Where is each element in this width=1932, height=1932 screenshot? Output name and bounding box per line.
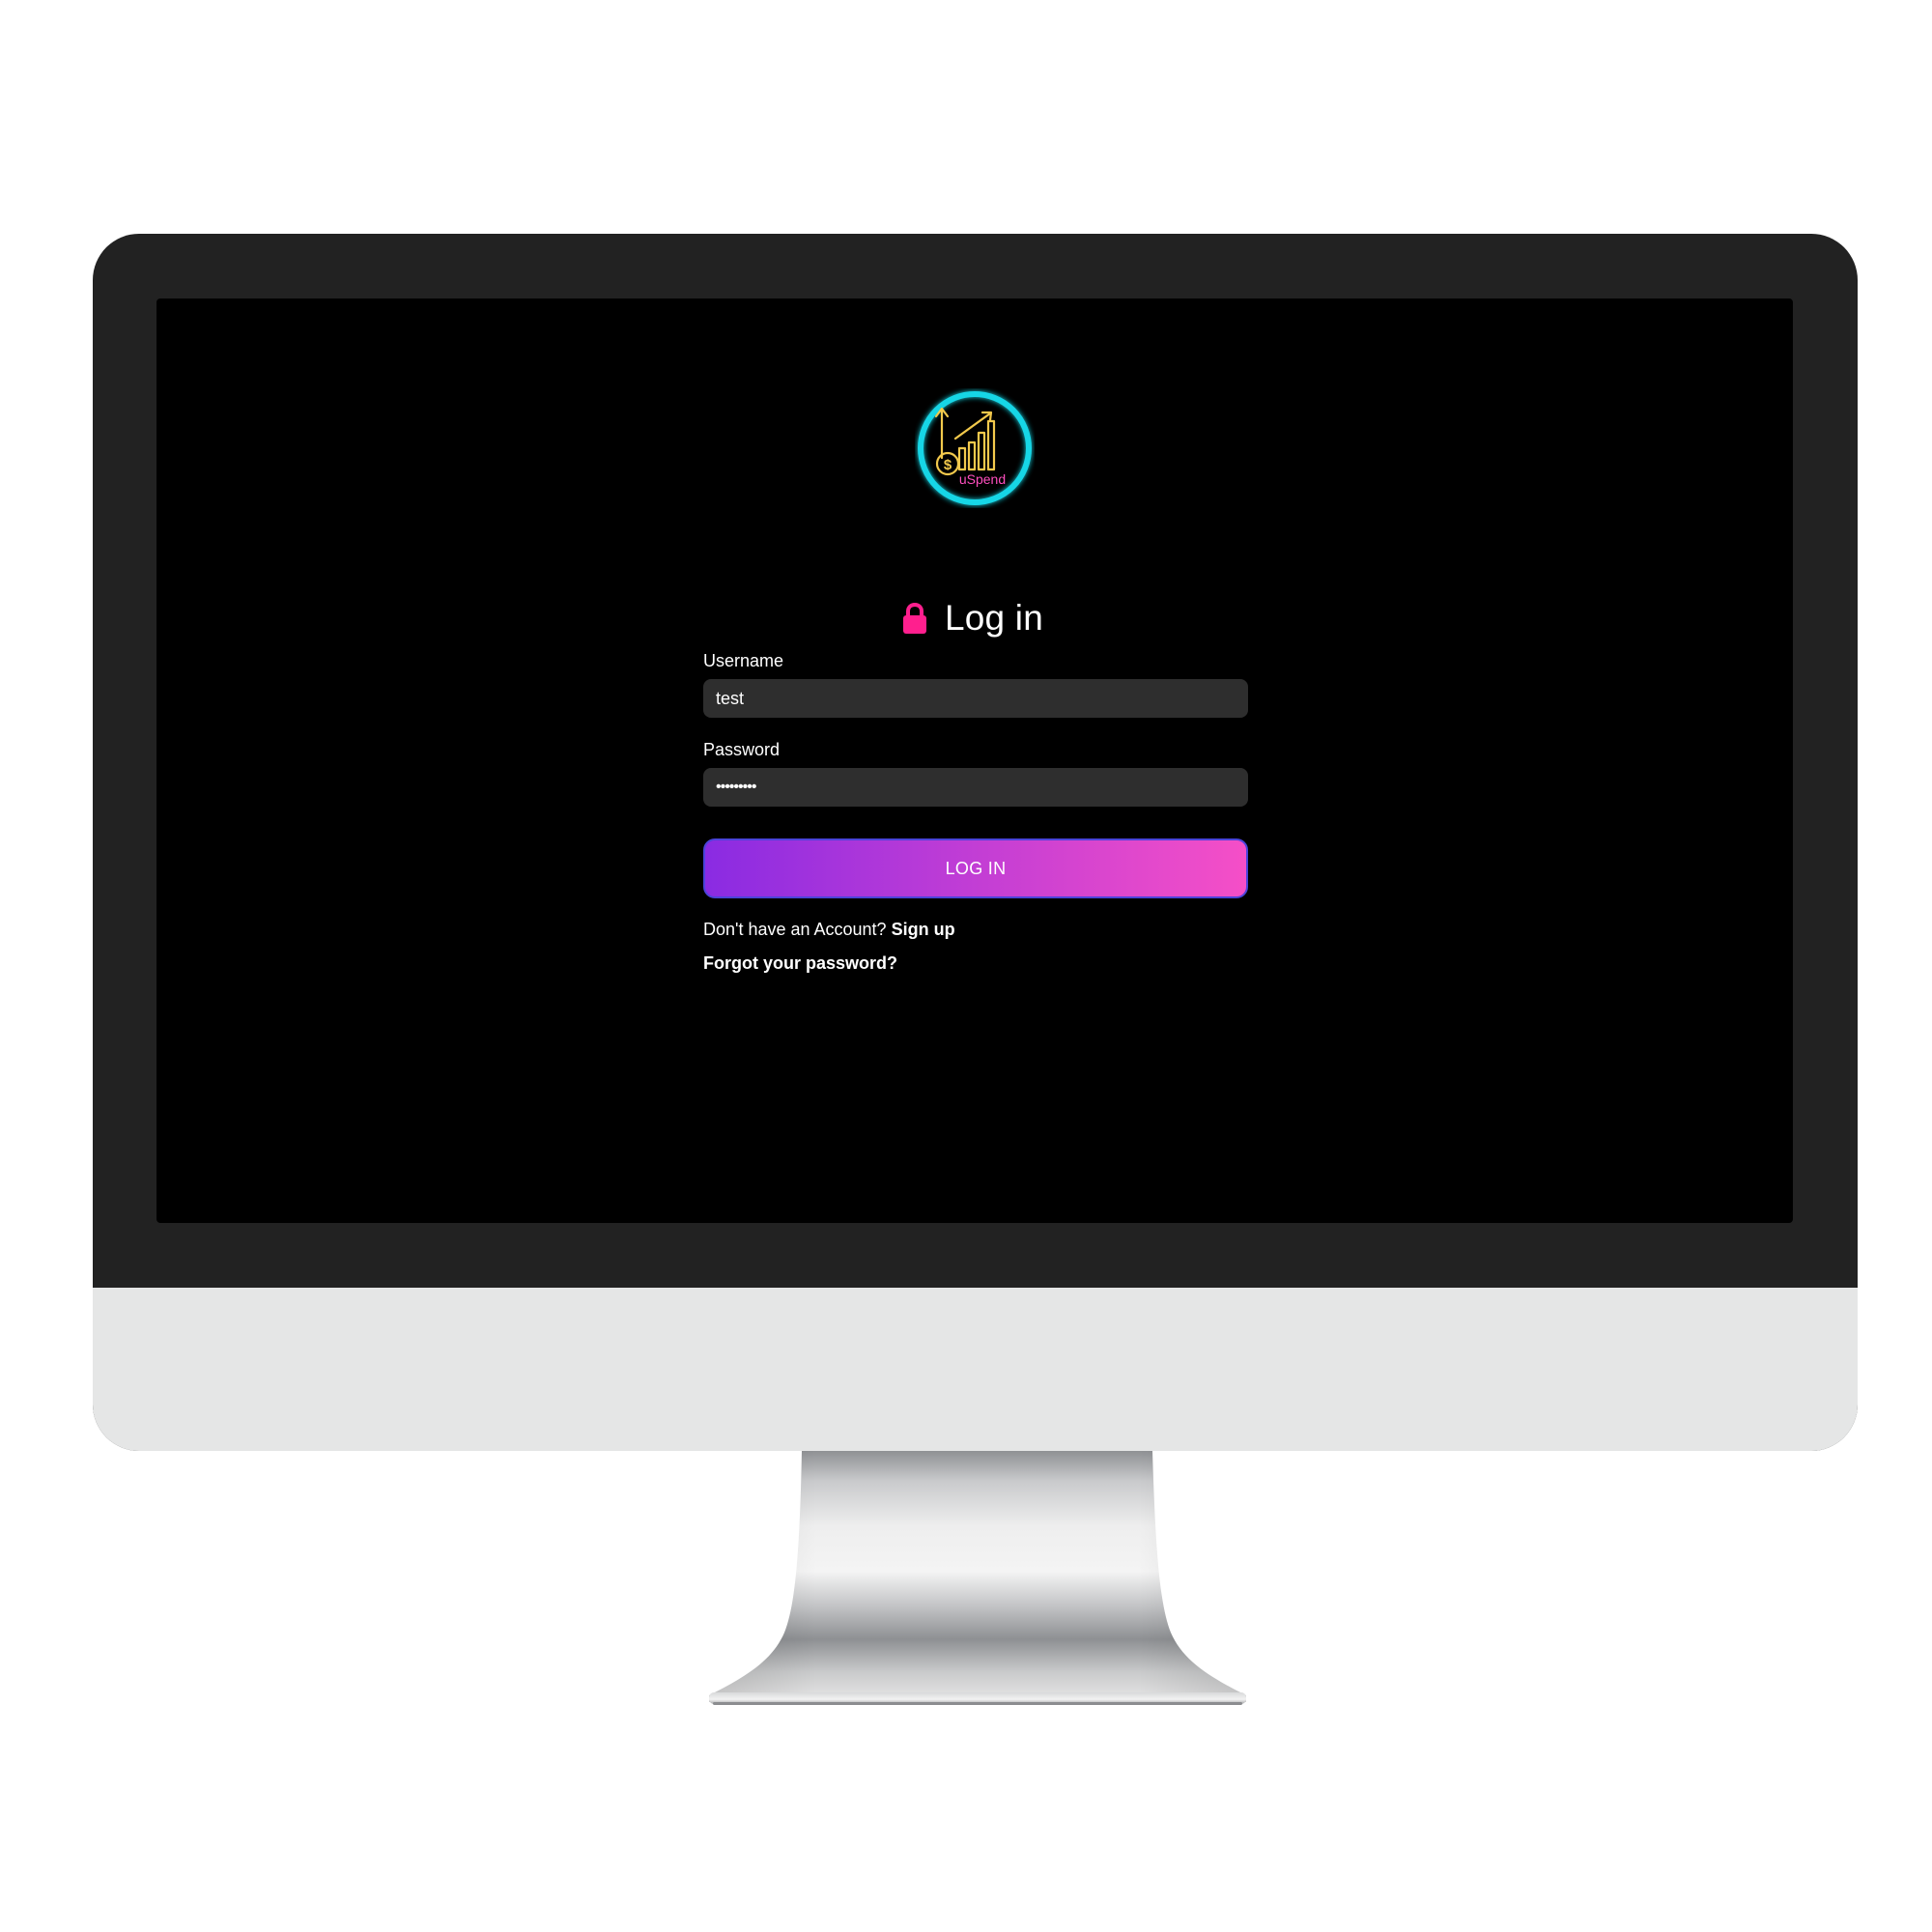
username-label: Username xyxy=(703,651,784,670)
uspend-logo: $ uSpend xyxy=(918,391,1032,505)
password-label: Password xyxy=(703,740,781,759)
monitor-chin xyxy=(93,1288,1858,1451)
password-input[interactable] xyxy=(703,768,1248,807)
screen: $ uSpend Log in Username Password xyxy=(156,298,1793,1223)
logo-wordmark: uSpend xyxy=(959,471,1006,487)
signup-prompt: Don't have an Account? xyxy=(703,920,887,939)
username-input[interactable] xyxy=(703,679,1248,718)
dollar-icon: $ xyxy=(944,457,952,473)
signup-link[interactable]: Sign up xyxy=(892,920,955,939)
forgot-password-link[interactable]: Forgot your password? xyxy=(703,953,897,973)
page-title: Log in xyxy=(944,598,1043,638)
login-form: Username Password LOG IN Don't have an A… xyxy=(703,650,1248,975)
device-mockup: $ uSpend Log in Username Password xyxy=(0,0,1932,1932)
forgot-row: Forgot your password? xyxy=(703,952,1248,975)
monitor-frame: $ uSpend Log in Username Password xyxy=(93,234,1858,1451)
password-field: Password xyxy=(703,739,1248,807)
lock-icon xyxy=(902,602,926,634)
signup-row: Don't have an Account? Sign up xyxy=(703,918,1248,941)
login-button[interactable]: LOG IN xyxy=(703,838,1248,898)
login-heading: Log in xyxy=(156,593,1791,643)
